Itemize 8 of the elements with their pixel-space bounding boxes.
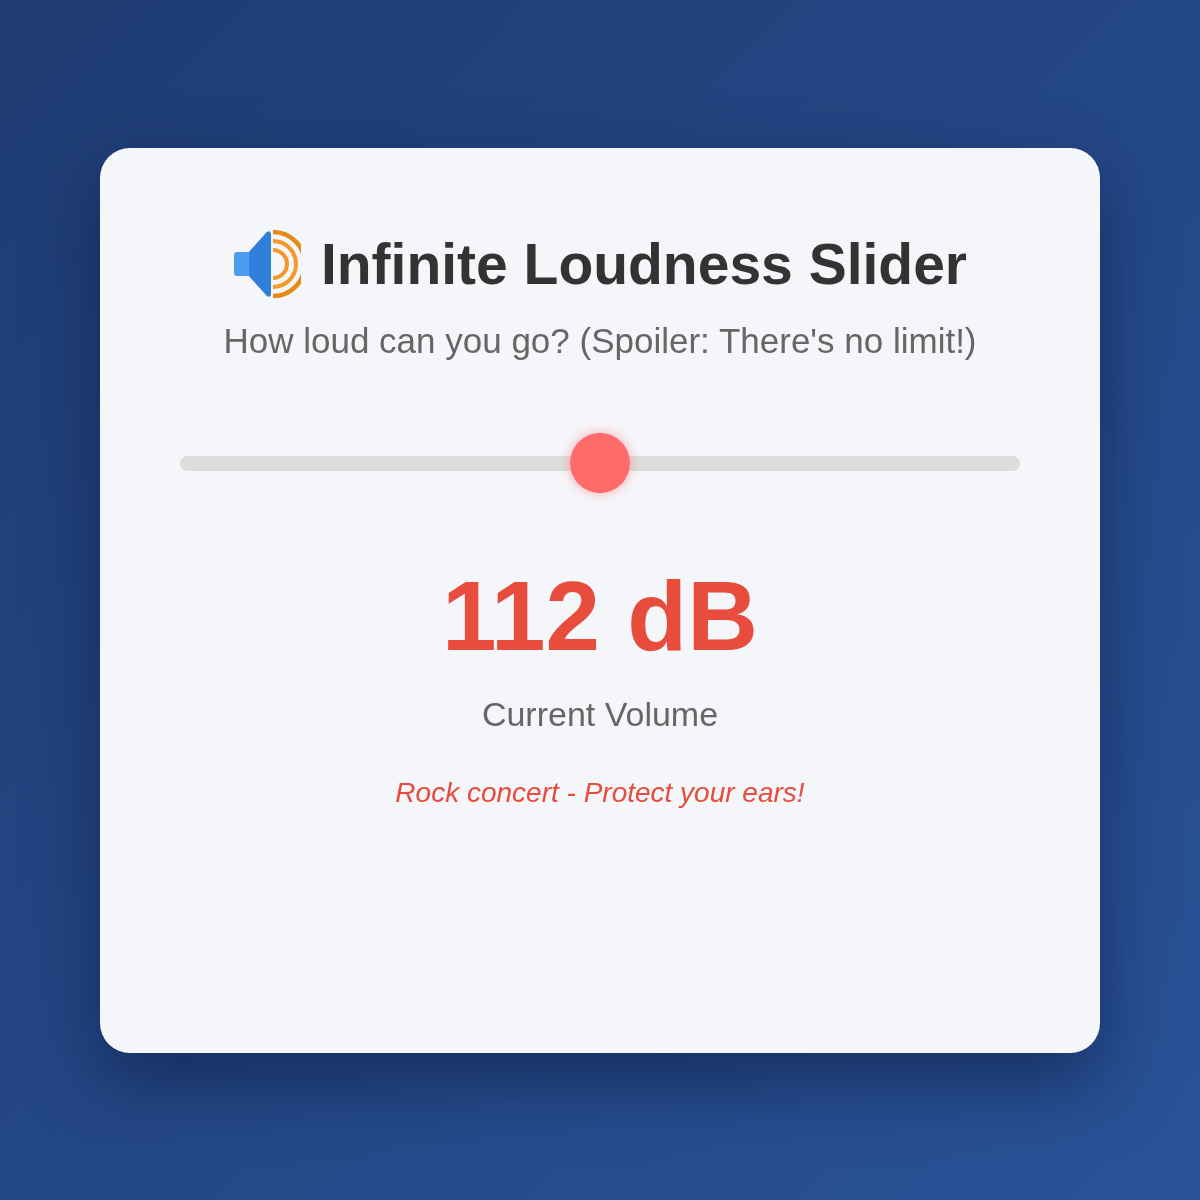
app-title: Infinite Loudness Slider [320,230,968,298]
volume-reading: 112 dB [442,559,758,673]
slider-track[interactable] [180,432,1020,493]
slider-thumb[interactable] [570,432,630,493]
warning-text: Rock concert - Protect your ears! [395,776,805,810]
subtitle: How loud can you go? (Spoiler: There's no limit!) [223,320,977,362]
volume-label: Current Volume [481,694,719,735]
speaker-icon [232,228,301,300]
